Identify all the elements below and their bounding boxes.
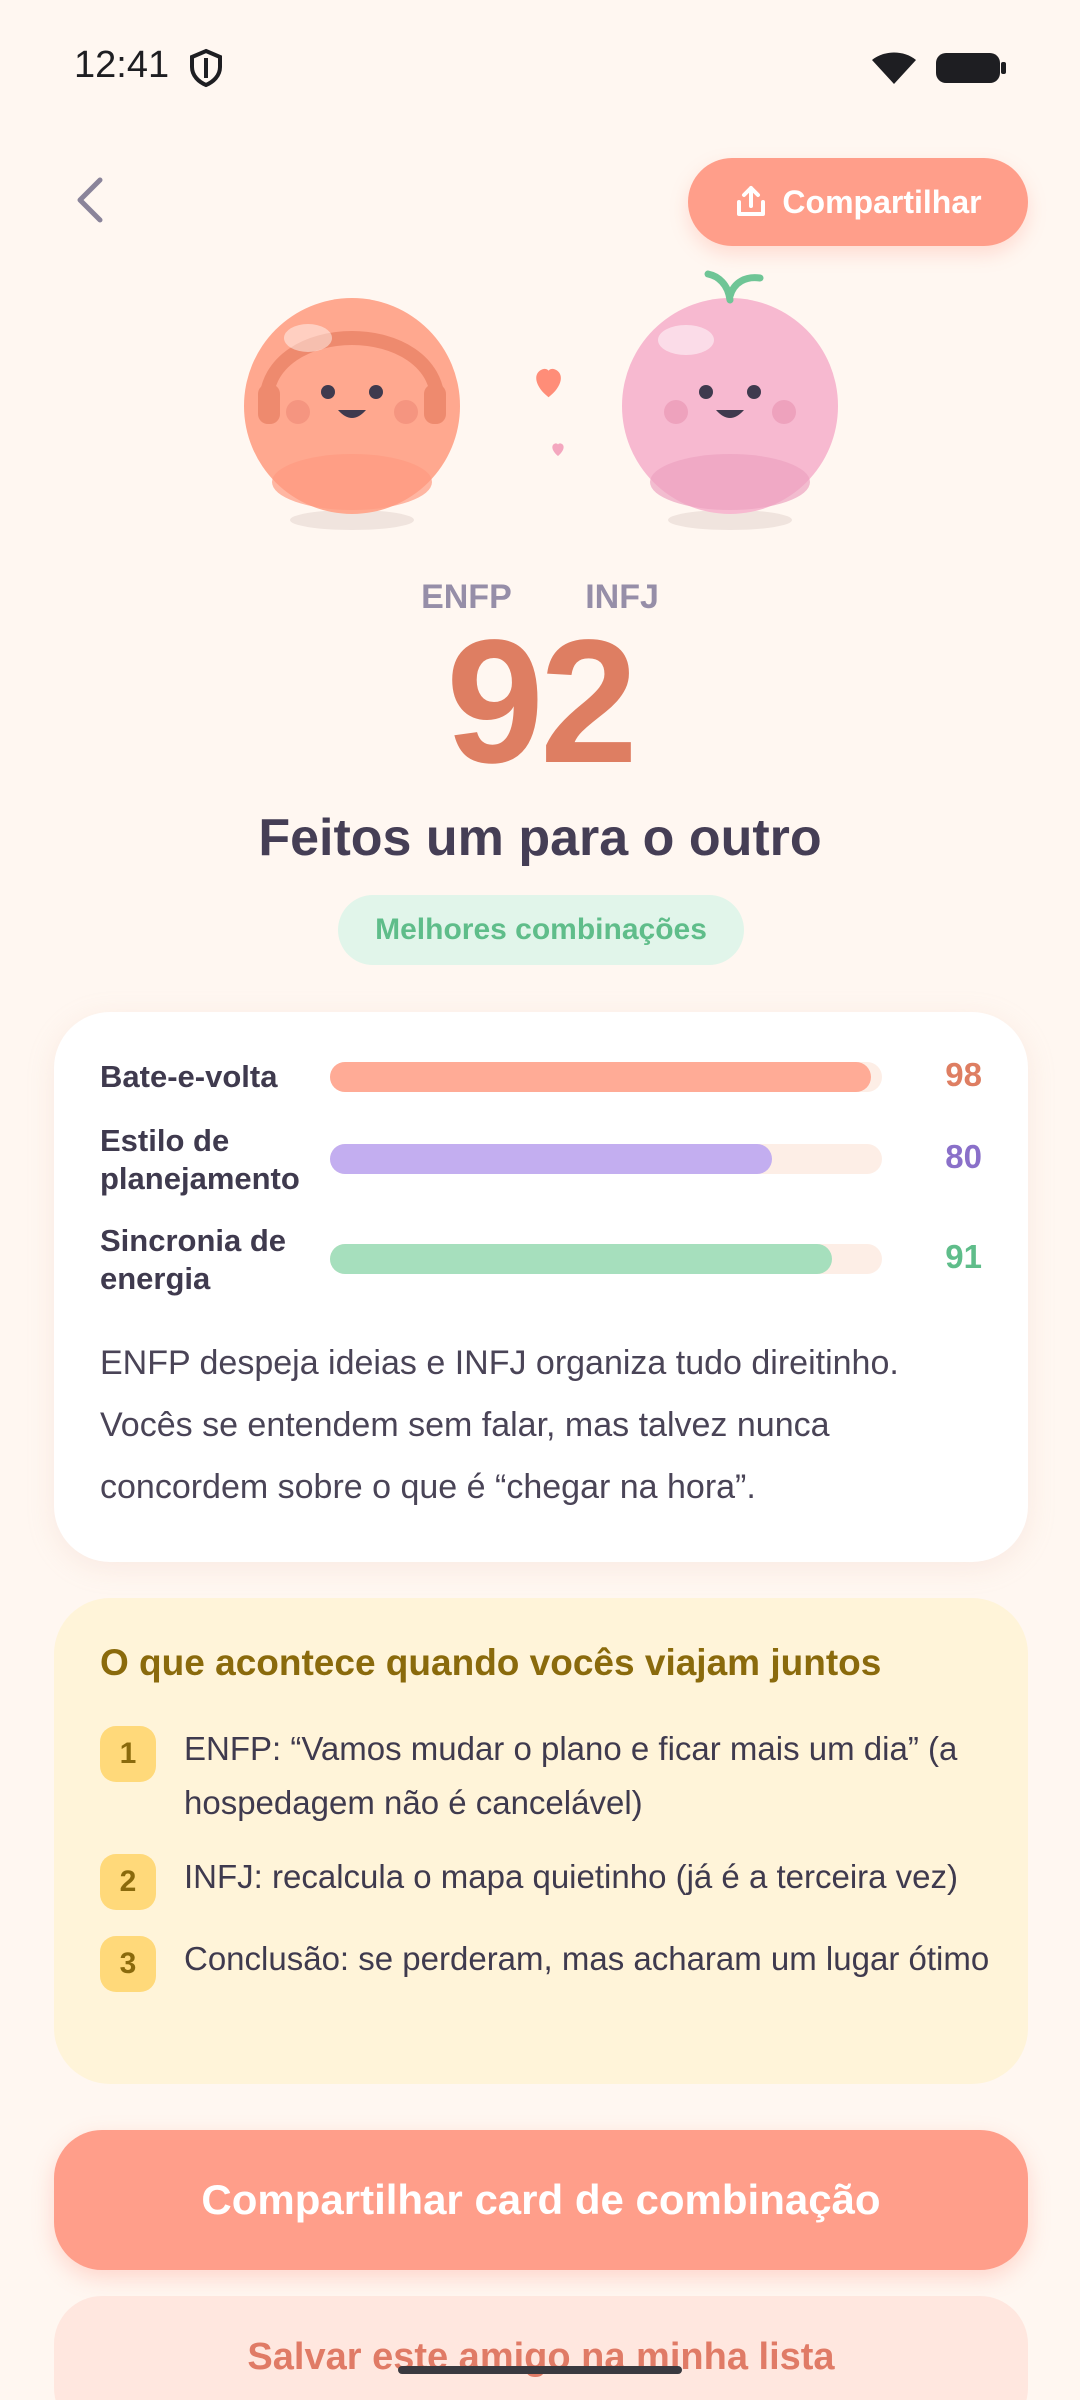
share-match-card-button[interactable]: Compartilhar card de combinação bbox=[54, 2130, 1028, 2270]
heart-icon bbox=[536, 368, 561, 398]
list-item-text: Conclusão: se perderam, mas acharam um l… bbox=[184, 1940, 990, 1977]
metric-value: 98 bbox=[945, 1056, 982, 1093]
match-badge: Melhores combinações bbox=[338, 895, 744, 965]
compatibility-score: 92 bbox=[446, 604, 638, 800]
status-time: 12:41 bbox=[74, 44, 170, 86]
wifi-icon bbox=[872, 52, 916, 84]
trip-title: O que acontece quando vocês viajam junto… bbox=[100, 1642, 882, 1683]
mascot-illustration bbox=[244, 270, 838, 530]
compatibility-card: Bate-e-volta 98 Estilo de planejamento 8… bbox=[54, 1012, 1028, 1562]
list-item-number: 3 bbox=[100, 1936, 156, 1992]
share-upload-icon bbox=[737, 186, 766, 216]
share-button[interactable]: Compartilhar bbox=[688, 158, 1028, 246]
metric-label: Bate-e-volta bbox=[100, 1059, 278, 1094]
battery-icon bbox=[936, 53, 1006, 83]
list-item-number: 2 bbox=[100, 1854, 156, 1910]
metric-value: 91 bbox=[945, 1238, 982, 1275]
metric-label: Estilo de planejamento bbox=[100, 1123, 300, 1196]
metric-label: Sincronia de energia bbox=[100, 1223, 287, 1296]
list-item-text: ENFP: “Vamos mudar o plano e ficar mais … bbox=[184, 1730, 958, 1821]
metric-bar-track bbox=[330, 1244, 882, 1274]
metric-bar-fill bbox=[330, 1144, 772, 1174]
match-summary: ENFP despeja ideias e INFJ organiza tudo… bbox=[100, 1344, 899, 1506]
metric-bar-fill bbox=[330, 1062, 871, 1092]
metric-value: 80 bbox=[945, 1138, 982, 1175]
share-button-label: Compartilhar bbox=[782, 183, 982, 220]
match-verdict: Feitos um para o outro bbox=[258, 809, 822, 867]
shield-icon bbox=[190, 48, 222, 88]
status-bar: 12:41 bbox=[0, 0, 1080, 130]
list-item-number: 1 bbox=[100, 1726, 156, 1782]
back-chevron-icon[interactable] bbox=[62, 170, 122, 230]
metric-bar-track bbox=[330, 1062, 882, 1092]
home-indicator[interactable] bbox=[398, 2366, 682, 2374]
save-friend-button[interactable]: Salvar este amigo na minha lista bbox=[54, 2296, 1028, 2400]
trip-card: O que acontece quando vocês viajam junto… bbox=[54, 1598, 1028, 2084]
list-item-text: INFJ: recalcula o mapa quietinho (já é a… bbox=[184, 1858, 959, 1895]
metric-bar-fill bbox=[330, 1244, 833, 1274]
metric-bar-track bbox=[330, 1144, 882, 1174]
